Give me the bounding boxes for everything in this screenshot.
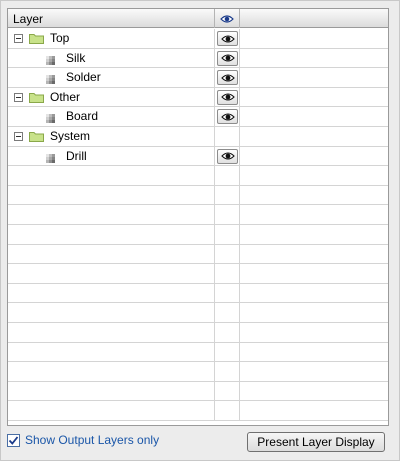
collapse-icon[interactable] (14, 34, 23, 43)
visibility-cell[interactable] (214, 107, 240, 126)
empty-row (8, 205, 388, 225)
visibility-cell[interactable] (214, 68, 240, 87)
grid-header: Layer (8, 9, 388, 28)
visibility-toggle-button[interactable] (217, 31, 238, 46)
checkbox-box[interactable] (7, 433, 20, 447)
layer-label: Silk (66, 50, 86, 65)
group-label: Other (50, 89, 81, 104)
empty-row (8, 401, 388, 421)
tree-layer-row[interactable]: Silk (8, 48, 388, 69)
visibility-toggle-button[interactable] (217, 50, 238, 66)
layer-icon (46, 54, 55, 65)
visibility-cell[interactable] (214, 48, 240, 68)
column-header-layer[interactable]: Layer (8, 9, 215, 28)
layer-label: Board (66, 109, 99, 124)
eye-icon (220, 113, 235, 121)
visibility-cell[interactable] (214, 303, 240, 322)
tree-layer-row[interactable]: Drill (8, 146, 388, 167)
group-label: System (50, 129, 91, 143)
eye-icon (220, 93, 235, 101)
visibility-cell[interactable] (214, 205, 240, 224)
empty-row (8, 342, 388, 363)
eye-icon (220, 152, 235, 160)
empty-row (8, 185, 388, 206)
column-header-visibility[interactable] (215, 9, 240, 28)
empty-row (8, 323, 388, 343)
visibility-cell[interactable] (214, 401, 240, 420)
empty-row (8, 244, 388, 265)
layer-label: Solder (66, 70, 101, 85)
empty-row (8, 303, 388, 323)
visibility-cell[interactable] (214, 127, 240, 146)
eye-icon (220, 34, 235, 43)
layer-panel: Layer Top Silk Solder Other Board System Drill… (0, 0, 400, 461)
column-header-layer-label: Layer (13, 11, 44, 26)
tree-group-row[interactable]: Other (8, 87, 388, 108)
visibility-cell[interactable] (214, 323, 240, 342)
folder-icon (29, 131, 44, 142)
folder-icon (29, 92, 44, 103)
visibility-toggle-button[interactable] (217, 70, 238, 86)
show-output-layers-checkbox[interactable]: Show Output Layers only (7, 433, 159, 447)
eye-icon (220, 74, 235, 82)
empty-row (8, 264, 388, 284)
show-output-layers-label[interactable]: Show Output Layers only (25, 433, 159, 447)
tree-layer-row[interactable]: Solder (8, 68, 388, 88)
tree-group-row[interactable]: System (8, 127, 388, 147)
collapse-icon[interactable] (14, 92, 23, 102)
visibility-cell[interactable] (214, 185, 240, 205)
visibility-cell[interactable] (214, 29, 240, 48)
eye-icon (220, 14, 234, 23)
visibility-toggle-button[interactable] (217, 89, 238, 105)
tree-group-row[interactable]: Top (8, 29, 388, 49)
visibility-cell[interactable] (214, 166, 240, 185)
layer-icon (46, 112, 55, 124)
empty-row (8, 166, 388, 186)
visibility-cell[interactable] (214, 87, 240, 107)
visibility-cell[interactable] (214, 225, 240, 244)
visibility-cell[interactable] (214, 362, 240, 381)
empty-row (8, 283, 388, 304)
present-layer-display-button[interactable]: Present Layer Display (247, 432, 385, 452)
visibility-toggle-button[interactable] (217, 109, 238, 125)
visibility-cell[interactable] (214, 381, 240, 401)
folder-icon (29, 33, 44, 44)
layer-grid: Layer Top Silk Solder Other Board System Drill (7, 8, 389, 426)
empty-row (8, 225, 388, 245)
visibility-cell[interactable] (214, 264, 240, 283)
visibility-cell[interactable] (214, 146, 240, 166)
column-header-empty (240, 9, 388, 28)
empty-row (8, 381, 388, 402)
checkmark-icon (8, 435, 19, 445)
visibility-toggle-button[interactable] (217, 148, 238, 164)
eye-icon (220, 54, 235, 62)
layer-label: Drill (66, 148, 87, 163)
visibility-cell[interactable] (214, 342, 240, 362)
layer-icon (46, 73, 55, 85)
visibility-cell[interactable] (214, 244, 240, 264)
layer-icon (46, 152, 55, 163)
collapse-icon[interactable] (14, 132, 23, 141)
visibility-cell[interactable] (214, 283, 240, 303)
group-label: Top (50, 31, 70, 45)
empty-row (8, 362, 388, 382)
tree-layer-row[interactable]: Board (8, 107, 388, 127)
